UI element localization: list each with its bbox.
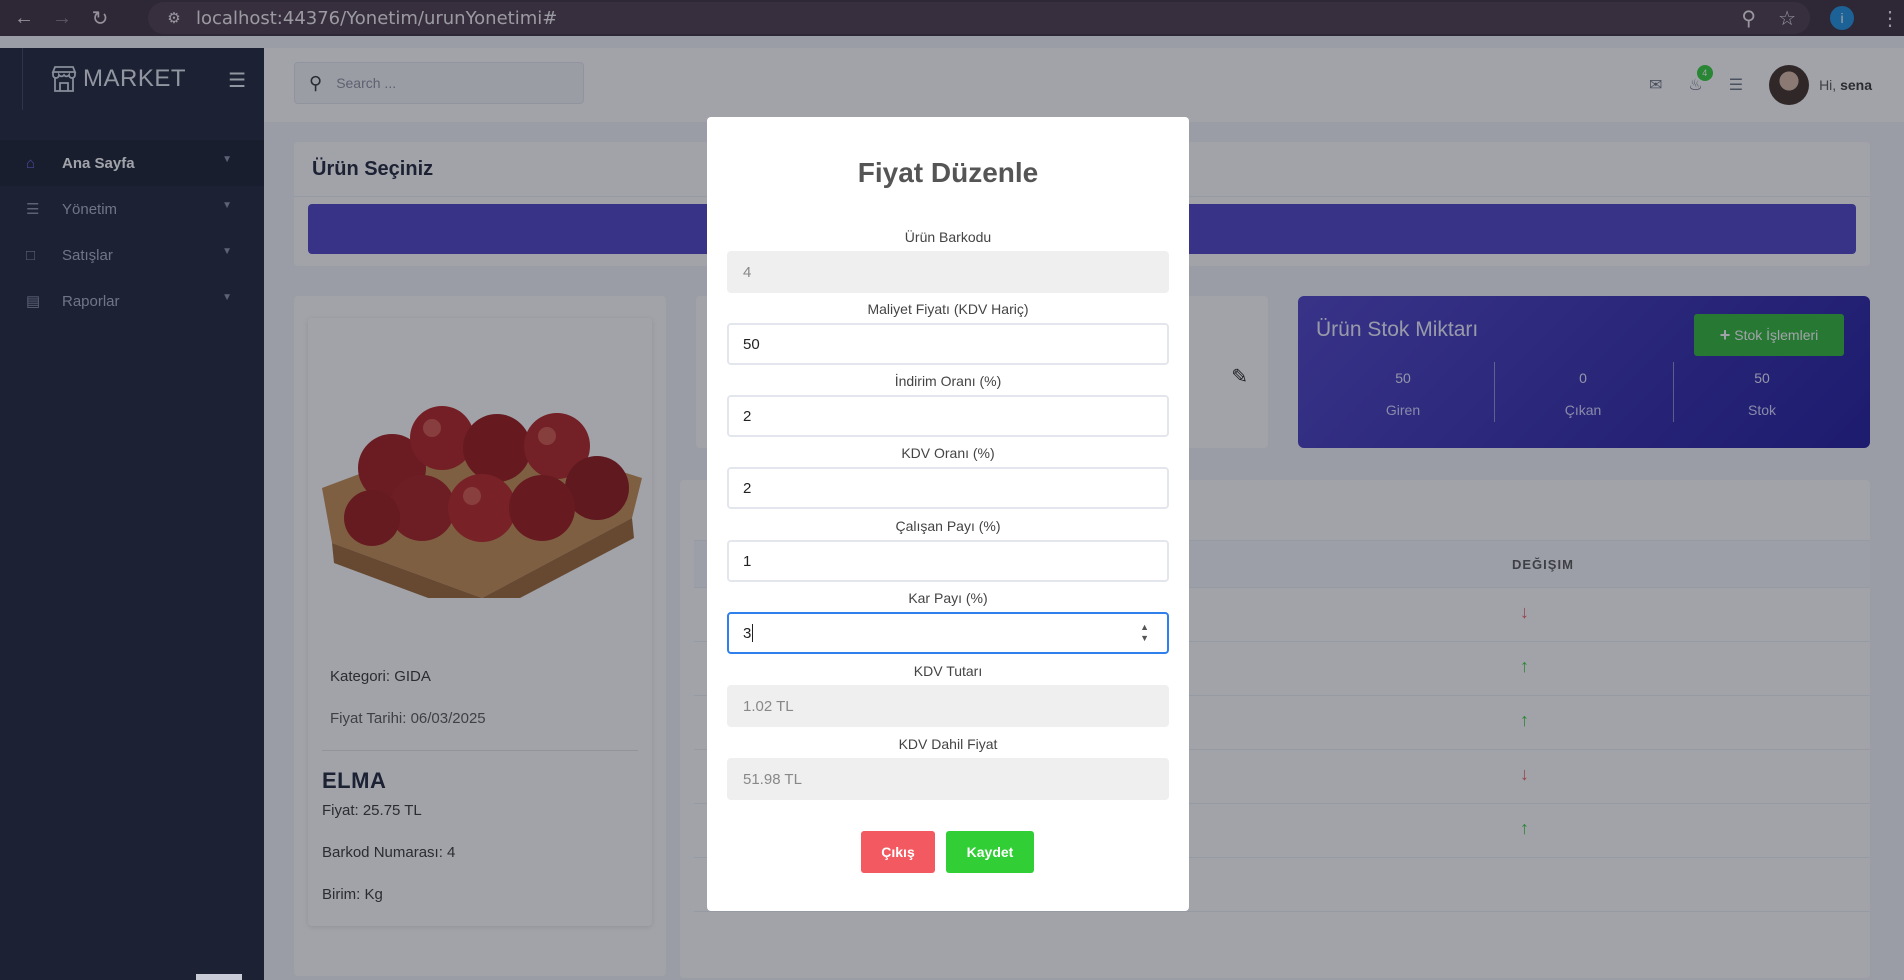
vat-amount-label: KDV Tutarı	[913, 663, 983, 679]
edit-price-modal: Fiyat Düzenle Ürün Barkodu 4 Maliyet Fiy…	[707, 117, 1189, 911]
discount-field[interactable]: 2	[727, 395, 1169, 437]
vat-rate-label: KDV Oranı (%)	[901, 445, 995, 461]
save-button[interactable]: Kaydet	[946, 831, 1034, 873]
price-incl-vat-value: 51.98 TL	[743, 770, 802, 788]
employee-share-field[interactable]: 1	[727, 540, 1169, 582]
barcode-value: 4	[743, 263, 752, 281]
cost-field[interactable]: 50	[727, 323, 1169, 365]
scrollbar[interactable]	[196, 974, 242, 980]
cancel-button[interactable]: Çıkış	[861, 831, 935, 873]
vat-rate-value: 2	[743, 479, 752, 497]
text-cursor	[752, 624, 754, 642]
discount-value: 2	[743, 407, 752, 425]
cost-label: Maliyet Fiyatı (KDV Hariç)	[867, 301, 1029, 317]
number-spinner-icon[interactable]: ▲ ▼	[1140, 622, 1149, 644]
modal-title: Fiyat Düzenle	[857, 157, 1039, 188]
vat-amount-field: 1.02 TL	[727, 685, 1169, 727]
vat-amount-value: 1.02 TL	[743, 697, 794, 715]
vat-rate-field[interactable]: 2	[727, 467, 1169, 509]
cost-value: 50	[743, 335, 760, 353]
price-incl-vat-field: 51.98 TL	[727, 758, 1169, 800]
barcode-label: Ürün Barkodu	[904, 229, 992, 245]
barcode-field: 4	[727, 251, 1169, 293]
price-incl-vat-label: KDV Dahil Fiyat	[898, 736, 998, 752]
employee-share-label: Çalışan Payı (%)	[895, 518, 1001, 534]
discount-label: İndirim Oranı (%)	[894, 373, 1002, 389]
profit-share-field[interactable]: 3 ▲ ▼	[727, 612, 1169, 654]
employee-share-value: 1	[743, 552, 752, 570]
profit-share-label: Kar Payı (%)	[908, 590, 988, 606]
profit-share-value: 3	[743, 624, 752, 642]
